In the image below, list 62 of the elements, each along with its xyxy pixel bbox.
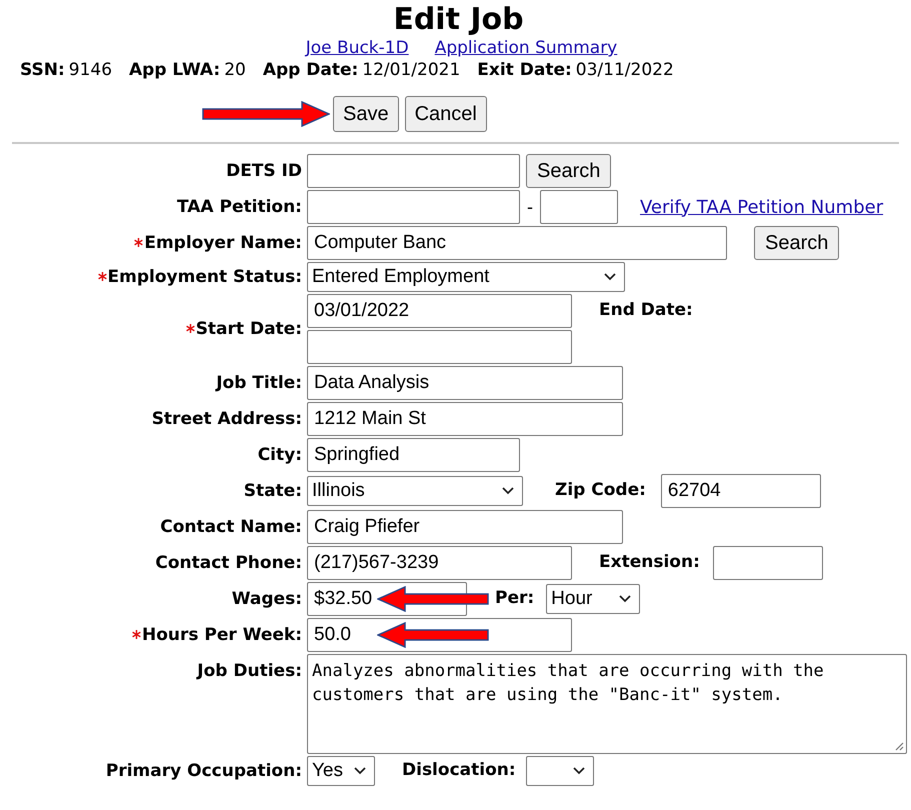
page-title: Edit Job [392, 1, 525, 38]
info-label: App LWA: [129, 59, 220, 82]
link[interactable]: Joe Buck-1D [306, 38, 409, 58]
field-label: Employer Name: [144, 232, 302, 254]
field-label: Zip Code: [555, 479, 646, 502]
chevron-icon [354, 767, 366, 775]
chevron-icon [572, 767, 585, 775]
cancel-button[interactable]: Cancel [404, 96, 487, 132]
dropdown[interactable] [526, 756, 594, 786]
input-field[interactable]: Data Analysis [307, 366, 623, 400]
field-label: Extension: [599, 551, 700, 574]
info-label: Exit Date: [477, 59, 572, 82]
field-label: Employment Status: [108, 266, 302, 288]
info-value: 9146 [68, 59, 112, 82]
input-field[interactable]: 62704 [660, 474, 821, 508]
field-label: Primary Occupation: [106, 760, 302, 782]
field-label: End Date: [599, 299, 693, 322]
info-label: App Date: [262, 59, 358, 82]
resize-grip-icon[interactable] [895, 742, 904, 751]
input-field[interactable]: 1212 Main St [307, 402, 623, 436]
input-field[interactable] [307, 330, 572, 364]
dropdown[interactable]: Illinois [307, 476, 523, 506]
field-label: City: [258, 444, 302, 466]
search-button[interactable]: Search [526, 154, 612, 188]
field-label: DETS ID [226, 160, 302, 182]
input-field[interactable]: Craig Pfiefer [307, 510, 623, 544]
field-label: State: [244, 480, 302, 502]
input-field[interactable] [712, 546, 823, 580]
link[interactable]: Application Summary [434, 38, 618, 58]
input-field[interactable]: Computer Banc [307, 226, 727, 260]
field-label: Job Title: [216, 372, 302, 394]
input-field[interactable] [540, 190, 618, 224]
input-field[interactable]: Springfied [307, 438, 520, 472]
field-label: Wages: [232, 588, 302, 610]
chevron-icon [604, 273, 616, 281]
field-label: Start Date: [196, 318, 302, 340]
input-field[interactable]: (217)567-3239 [307, 546, 572, 580]
dropdown[interactable]: Yes [307, 756, 375, 786]
field-label: Hours Per Week: [142, 624, 302, 646]
save-button[interactable]: Save [333, 96, 399, 132]
info-label: SSN: [20, 59, 65, 82]
verify-link[interactable]: Verify TAA Petition Number [640, 194, 884, 220]
field-label: Job Duties: [197, 660, 302, 682]
chevron-icon [502, 487, 514, 495]
info-value: 20 [224, 59, 246, 82]
chevron-icon [619, 595, 632, 603]
field-label: Contact Phone: [155, 552, 302, 574]
separator-text: - [527, 196, 533, 218]
field-label: Per: [495, 587, 534, 610]
field-label: TAA Petition: [177, 196, 302, 218]
dropdown[interactable]: Entered Employment [307, 262, 625, 292]
info-value: 12/01/2021 [362, 59, 460, 82]
input-field[interactable] [307, 154, 520, 188]
field-label: Dislocation: [402, 759, 516, 782]
input-field[interactable] [307, 190, 520, 224]
field-label: Street Address: [152, 408, 302, 430]
input-field[interactable]: 03/01/2022 [307, 294, 572, 328]
search-button[interactable]: Search [754, 226, 840, 260]
text-area[interactable]: Analyzes abnormalities that are occurring with the customers that are using the "Banc-it" system. [307, 654, 907, 754]
field-label: Contact Name: [160, 516, 302, 538]
dropdown[interactable]: Hour [546, 584, 640, 614]
info-value: 03/11/2022 [576, 59, 674, 82]
